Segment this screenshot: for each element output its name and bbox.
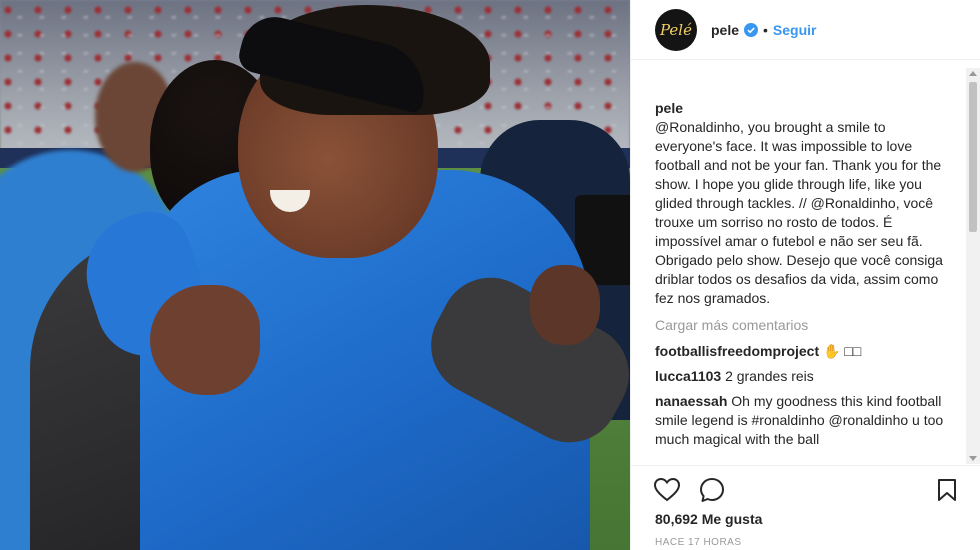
scroll-up-arrow-icon[interactable] (969, 71, 977, 76)
hand (150, 285, 260, 395)
comment-text: 2 grandes reis (725, 368, 814, 384)
hand (530, 265, 600, 345)
comment: lucca1103 2 grandes reis (655, 367, 955, 386)
caption: pele @Ronaldinho, you brought a smile to… (655, 80, 955, 308)
follow-button[interactable]: Seguir (773, 22, 817, 38)
caption-username[interactable]: pele (655, 100, 683, 116)
avatar[interactable]: Pelé (655, 8, 697, 51)
comment-username[interactable]: nanaessah (655, 393, 727, 409)
post-header: Pelé pele • Seguir (631, 0, 980, 60)
load-more-comments-button[interactable]: Cargar más comentarios (655, 316, 955, 335)
comment: footballisfreedomproject ✋ □□ (655, 342, 955, 361)
save-button[interactable] (933, 476, 961, 504)
verified-badge-icon (744, 22, 759, 37)
scrollbar-thumb[interactable] (969, 82, 977, 232)
comment-username[interactable]: footballisfreedomproject (655, 343, 819, 359)
caption-text: @Ronaldinho, you brought a smile to ever… (655, 119, 943, 306)
comment-username[interactable]: lucca1103 (655, 368, 721, 384)
comment-bubble-icon (700, 478, 724, 502)
comments-list[interactable]: pele @Ronaldinho, you brought a smile to… (655, 80, 955, 464)
comment-button[interactable] (698, 476, 726, 504)
comment: nanaessah Oh my goodness this kind footb… (655, 392, 955, 449)
post-panel: Pelé pele • Seguir pele @Ronaldinho, you… (630, 0, 980, 550)
comments-scrollbar[interactable] (966, 68, 980, 464)
avatar-signature: Pelé (660, 20, 692, 39)
author-username[interactable]: pele (711, 22, 739, 38)
action-bar (631, 465, 980, 510)
like-button[interactable] (653, 476, 681, 504)
scroll-down-arrow-icon[interactable] (969, 456, 977, 461)
post-timestamp: HACE 17 HORAS (655, 537, 742, 548)
likes-count[interactable]: 80,692 Me gusta (655, 511, 762, 527)
heart-icon (654, 478, 680, 502)
separator-dot: • (763, 21, 768, 38)
bookmark-icon (938, 479, 956, 501)
comment-text: ✋ □□ (823, 343, 862, 359)
post-photo[interactable] (0, 0, 630, 550)
